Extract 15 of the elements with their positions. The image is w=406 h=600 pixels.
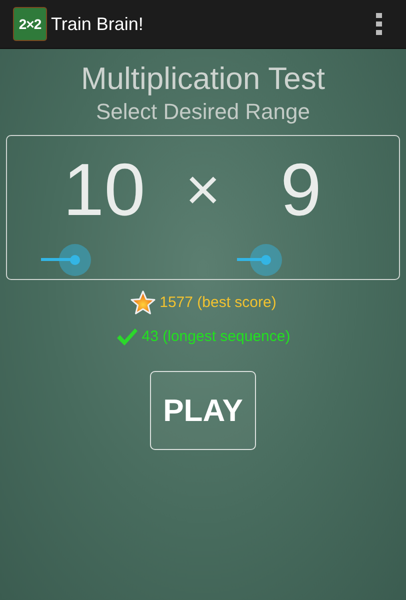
best-score-text: 1577 (best score) xyxy=(160,294,276,311)
slider-thumb[interactable] xyxy=(250,244,282,276)
app-title: Train Brain! xyxy=(51,14,144,34)
play-button[interactable]: PLAY xyxy=(150,371,256,450)
star-icon xyxy=(130,290,156,316)
overflow-menu-icon[interactable] xyxy=(376,13,382,35)
left-operand: 10 xyxy=(63,150,146,230)
right-operand: 9 xyxy=(280,150,322,230)
app-logo: 2×2 xyxy=(13,7,47,41)
times-sign: × xyxy=(185,155,220,225)
longest-sequence-text: 43 (longest sequence) xyxy=(142,328,290,345)
checkmark-icon xyxy=(116,326,138,346)
screen-title: Multiplication Test xyxy=(80,60,326,98)
slider-thumb[interactable] xyxy=(58,244,91,276)
screen-subtitle: Select Desired Range xyxy=(96,98,310,126)
